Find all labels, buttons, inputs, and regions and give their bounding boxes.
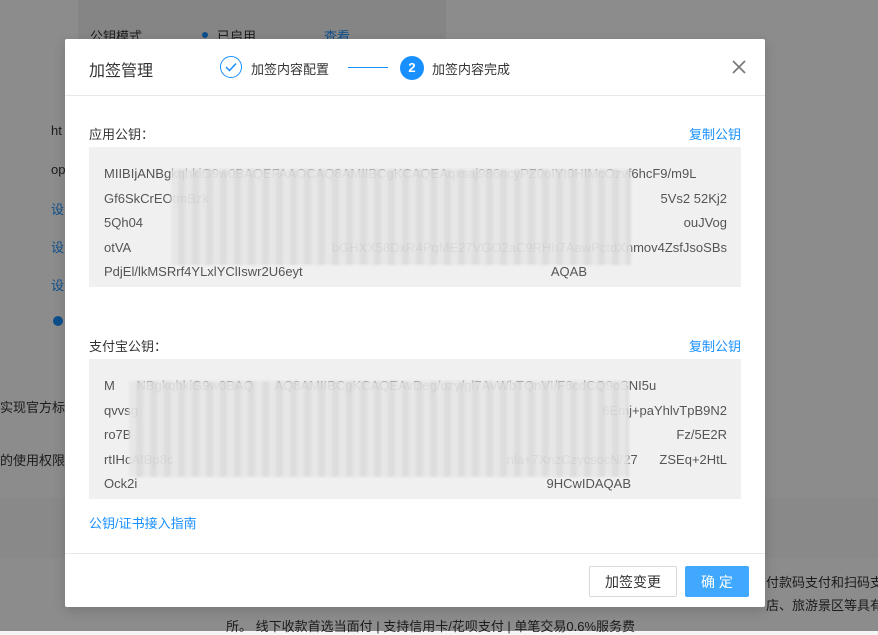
modal-header: 加签管理 加签内容配置 2 加签内容完成 bbox=[65, 39, 765, 96]
app-pubkey-label: 应用公钥： bbox=[89, 127, 155, 142]
alipay-pubkey-line-3: ro7B bbox=[104, 427, 132, 442]
step-2-label: 加签内容完成 bbox=[432, 62, 511, 77]
alipay-pubkey-label: 支付宝公钥： bbox=[89, 339, 168, 354]
copy-app-pubkey-link[interactable]: 复制公钥 bbox=[689, 124, 741, 143]
step-1-label: 加签内容配置 bbox=[251, 62, 330, 77]
app-pubkey-box: MIIBIjANBgkqhkiG9w0BAQEFAAOCAQ8AMIIBCgKC… bbox=[89, 147, 741, 287]
app-pubkey-tail-3: ouJVog bbox=[683, 215, 727, 230]
step-connector bbox=[348, 67, 388, 68]
step-1-check-icon bbox=[220, 56, 242, 78]
redaction-blur bbox=[129, 381, 629, 477]
app-pubkey-tail-2: 5Vs2 52Kj2 bbox=[660, 190, 728, 206]
step-2-number: 2 bbox=[400, 56, 424, 80]
confirm-button[interactable]: 确 定 bbox=[685, 566, 749, 597]
app-pubkey-line-3: 5Qh04 bbox=[104, 215, 144, 230]
copy-alipay-pubkey-link[interactable]: 复制公钥 bbox=[689, 336, 741, 355]
signing-change-button[interactable]: 加签变更 bbox=[589, 566, 677, 597]
alipay-pubkey-tail-3: Fz/5E2R bbox=[676, 427, 727, 442]
modal-title: 加签管理 bbox=[89, 63, 154, 80]
modal-footer: 加签变更 确 定 bbox=[65, 553, 765, 608]
pubkey-cert-guide-link[interactable]: 公钥/证书接入指南 bbox=[89, 513, 197, 532]
close-icon[interactable] bbox=[730, 58, 748, 76]
redaction-blur bbox=[171, 169, 631, 265]
alipay-pubkey-box: M NBgkqhkiG9w0BAQ AQ8AMIIBCgKCAQEAvDeg/u… bbox=[89, 359, 741, 499]
signing-management-modal: 加签管理 加签内容配置 2 加签内容完成 应用公钥： 复制公钥 MIIBIjAN… bbox=[65, 39, 765, 607]
app-pubkey-line-4: otVA bbox=[104, 239, 132, 255]
